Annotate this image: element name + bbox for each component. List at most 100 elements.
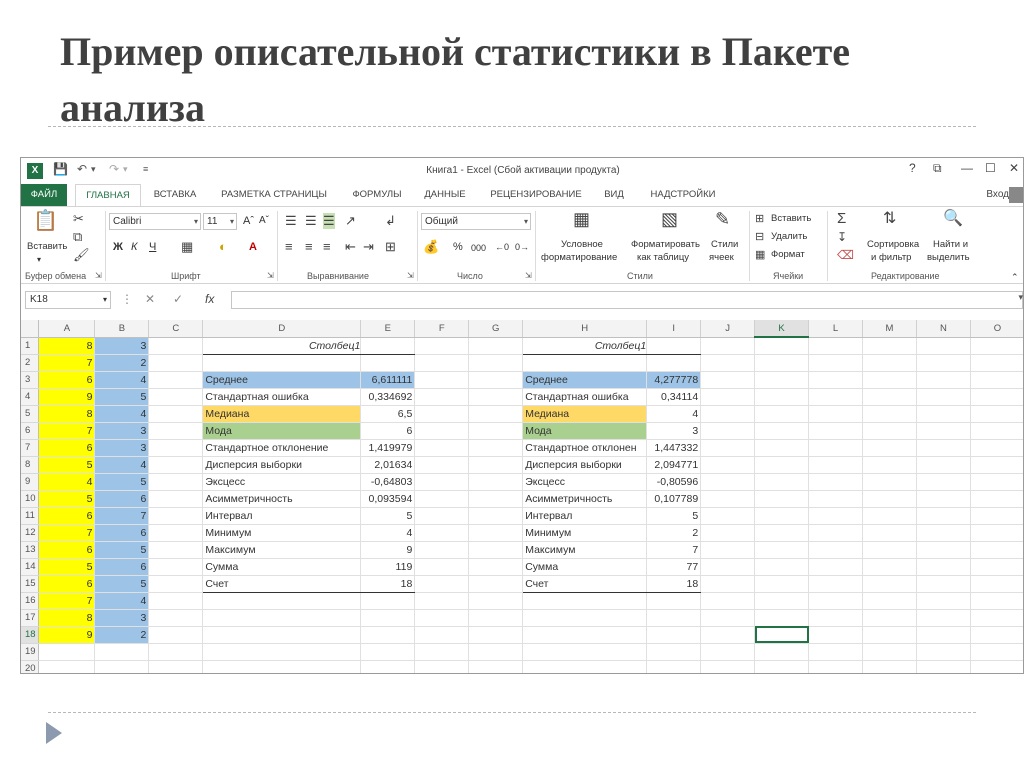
- cell[interactable]: [754, 371, 810, 389]
- formula-input[interactable]: [231, 291, 1023, 309]
- row-header[interactable]: 9: [21, 473, 40, 491]
- column-header[interactable]: B: [94, 320, 150, 338]
- cell[interactable]: [202, 626, 362, 644]
- alignment-launcher-icon[interactable]: ⇲: [407, 271, 414, 280]
- autosum-icon[interactable]: Σ: [837, 211, 846, 227]
- cell[interactable]: [754, 405, 810, 423]
- cell[interactable]: [522, 609, 648, 627]
- cell[interactable]: [754, 473, 810, 491]
- cell[interactable]: [862, 558, 917, 576]
- number-format-select[interactable]: Общий ▾: [421, 213, 531, 230]
- font-color-icon[interactable]: A: [249, 241, 257, 253]
- cell[interactable]: [468, 660, 524, 673]
- stats-value[interactable]: 1,447332: [646, 439, 702, 457]
- cell[interactable]: [148, 524, 204, 542]
- row-header[interactable]: 16: [21, 592, 40, 610]
- cell[interactable]: [916, 575, 971, 593]
- cell[interactable]: [970, 388, 1023, 406]
- cell[interactable]: [414, 609, 470, 627]
- fill-icon[interactable]: ↧: [837, 229, 847, 245]
- find-select-icon[interactable]: 🔍: [943, 211, 963, 227]
- minimize-button[interactable]: —: [961, 161, 973, 175]
- cell-col-a[interactable]: 4: [38, 473, 96, 491]
- selected-cell[interactable]: [754, 626, 810, 644]
- stats-label[interactable]: Эксцесс: [202, 473, 362, 491]
- cut-icon[interactable]: ✂: [73, 211, 84, 227]
- cell[interactable]: [970, 490, 1023, 508]
- cell[interactable]: [646, 660, 702, 673]
- cell[interactable]: [970, 422, 1023, 440]
- stats-label[interactable]: Стандартная ошибка: [522, 388, 648, 406]
- row-header[interactable]: 15: [21, 575, 40, 593]
- cell[interactable]: [38, 643, 96, 661]
- cell[interactable]: [916, 371, 971, 389]
- stats-label[interactable]: Асимметричность: [522, 490, 648, 508]
- tab-home[interactable]: ГЛАВНАЯ: [75, 184, 141, 206]
- paste-dropdown-icon[interactable]: ▾: [37, 254, 41, 266]
- cell[interactable]: [970, 643, 1023, 661]
- increase-decimal-icon[interactable]: ←0: [495, 241, 509, 253]
- cell[interactable]: [916, 473, 971, 491]
- stats-value[interactable]: 6,5: [360, 405, 416, 423]
- cell[interactable]: [148, 643, 204, 661]
- stats-label[interactable]: Максимум: [522, 541, 648, 559]
- column-header[interactable]: F: [414, 320, 470, 338]
- tab-file[interactable]: ФАЙЛ: [21, 184, 67, 206]
- cell[interactable]: [700, 354, 756, 372]
- row-header[interactable]: 11: [21, 507, 40, 525]
- cell[interactable]: [468, 524, 524, 542]
- expand-formula-icon[interactable]: ▾: [1018, 292, 1023, 303]
- cell[interactable]: [414, 575, 470, 593]
- delete-cells-icon[interactable]: ⊟: [755, 229, 764, 245]
- cell[interactable]: [148, 609, 204, 627]
- cell[interactable]: [360, 337, 416, 355]
- cell[interactable]: [94, 660, 150, 673]
- percent-button[interactable]: %: [453, 241, 463, 253]
- fill-color-icon[interactable]: ◐: [219, 239, 227, 255]
- cell[interactable]: [970, 405, 1023, 423]
- cell[interactable]: [862, 592, 917, 610]
- cell[interactable]: [646, 609, 702, 627]
- cell[interactable]: [916, 643, 971, 661]
- cell[interactable]: [202, 354, 362, 372]
- cell-col-b[interactable]: 4: [94, 456, 150, 474]
- cell[interactable]: [970, 439, 1023, 457]
- stats-value[interactable]: 9: [360, 541, 416, 559]
- row-header[interactable]: 4: [21, 388, 40, 406]
- cell[interactable]: [414, 439, 470, 457]
- cell[interactable]: [148, 473, 204, 491]
- cell[interactable]: [414, 541, 470, 559]
- cell[interactable]: [360, 643, 416, 661]
- conditional-format-icon[interactable]: ▦: [573, 210, 590, 228]
- align-right-icon[interactable]: ≡: [323, 239, 331, 255]
- cell[interactable]: [862, 422, 917, 440]
- cell[interactable]: [522, 660, 648, 673]
- column-header[interactable]: C: [148, 320, 204, 338]
- row-header[interactable]: 18: [21, 626, 40, 644]
- cell[interactable]: [468, 643, 524, 661]
- decrease-font-icon[interactable]: Aˇ: [259, 215, 269, 227]
- cell[interactable]: [970, 575, 1023, 593]
- cell[interactable]: [414, 660, 470, 673]
- cell[interactable]: [808, 405, 864, 423]
- cell[interactable]: [646, 643, 702, 661]
- cell[interactable]: [646, 337, 702, 355]
- cell[interactable]: [754, 558, 810, 576]
- stats-label[interactable]: Асимметричность: [202, 490, 362, 508]
- cell[interactable]: [808, 371, 864, 389]
- stats-value[interactable]: 2: [646, 524, 702, 542]
- sort-filter-line1[interactable]: Сортировка: [867, 239, 919, 251]
- cell[interactable]: [468, 473, 524, 491]
- stats-value[interactable]: -0,64803: [360, 473, 416, 491]
- cell-col-a[interactable]: 5: [38, 558, 96, 576]
- sign-in-link[interactable]: Вход: [986, 184, 1009, 206]
- row-header[interactable]: 13: [21, 541, 40, 559]
- cell[interactable]: [468, 592, 524, 610]
- cell[interactable]: [916, 456, 971, 474]
- column-header[interactable]: G: [468, 320, 524, 338]
- cell-col-b[interactable]: 3: [94, 609, 150, 627]
- cell[interactable]: [970, 609, 1023, 627]
- column-header[interactable]: J: [700, 320, 756, 338]
- cell-col-b[interactable]: 5: [94, 575, 150, 593]
- cell[interactable]: [700, 507, 756, 525]
